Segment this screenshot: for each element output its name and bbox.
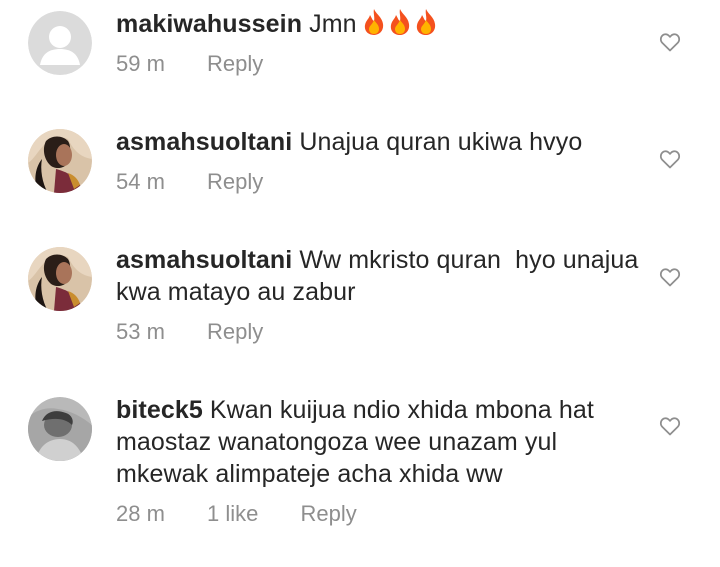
comment-username[interactable]: biteck5	[116, 396, 203, 424]
heart-outline-icon[interactable]	[658, 147, 682, 171]
comment-meta: 53 m Reply	[116, 318, 646, 346]
heart-outline-icon[interactable]	[658, 414, 682, 438]
reply-button[interactable]: Reply	[301, 500, 357, 528]
comment-text: Unajua quran ukiwa hvyo	[299, 128, 583, 156]
comment-meta: 28 m 1 like Reply	[116, 500, 646, 528]
comment-text-line: asmahsuoltani Ww mkristo quran hyo unajua…	[116, 244, 646, 308]
comment-body: makiwahussein Jmn 59 m Reply	[116, 8, 646, 78]
heart-outline-icon[interactable]	[658, 265, 682, 289]
fire-emoji-icon	[363, 8, 385, 36]
comment-meta: 59 m Reply	[116, 50, 646, 78]
comment-body: asmahsuoltani Unajua quran ukiwa hvyo 54 …	[116, 126, 646, 196]
comment-username[interactable]: asmahsuoltani	[116, 246, 292, 274]
comment-text-line: biteck5 Kwan kuijua ndio xhida mbona hat …	[116, 394, 646, 490]
avatar[interactable]	[28, 11, 92, 75]
comment-username[interactable]: asmahsuoltani	[116, 128, 292, 156]
avatar[interactable]	[28, 247, 92, 311]
comment-like-count[interactable]: 1 like	[207, 500, 258, 528]
comment-text: Jmn	[309, 10, 357, 38]
comment-text-line: makiwahussein Jmn	[116, 8, 646, 40]
reply-button[interactable]: Reply	[207, 318, 263, 346]
avatar[interactable]	[28, 397, 92, 461]
comment-username[interactable]: makiwahussein	[116, 10, 302, 38]
comment-timestamp: 28 m	[116, 501, 165, 526]
comment-body: biteck5 Kwan kuijua ndio xhida mbona hat …	[116, 394, 646, 528]
reply-button[interactable]: Reply	[207, 168, 263, 196]
fire-emoji-icon	[389, 8, 411, 36]
comment-body: asmahsuoltani Ww mkristo quran hyo unajua…	[116, 244, 646, 346]
comment-meta: 54 m Reply	[116, 168, 646, 196]
comment-text-line: asmahsuoltani Unajua quran ukiwa hvyo	[116, 126, 646, 158]
comment-timestamp: 59 m	[116, 51, 165, 76]
comment-timestamp: 54 m	[116, 169, 165, 194]
fire-emoji-icon	[415, 8, 437, 36]
comment-timestamp: 53 m	[116, 319, 165, 344]
avatar[interactable]	[28, 129, 92, 193]
heart-outline-icon[interactable]	[658, 30, 682, 54]
reply-button[interactable]: Reply	[207, 50, 263, 78]
